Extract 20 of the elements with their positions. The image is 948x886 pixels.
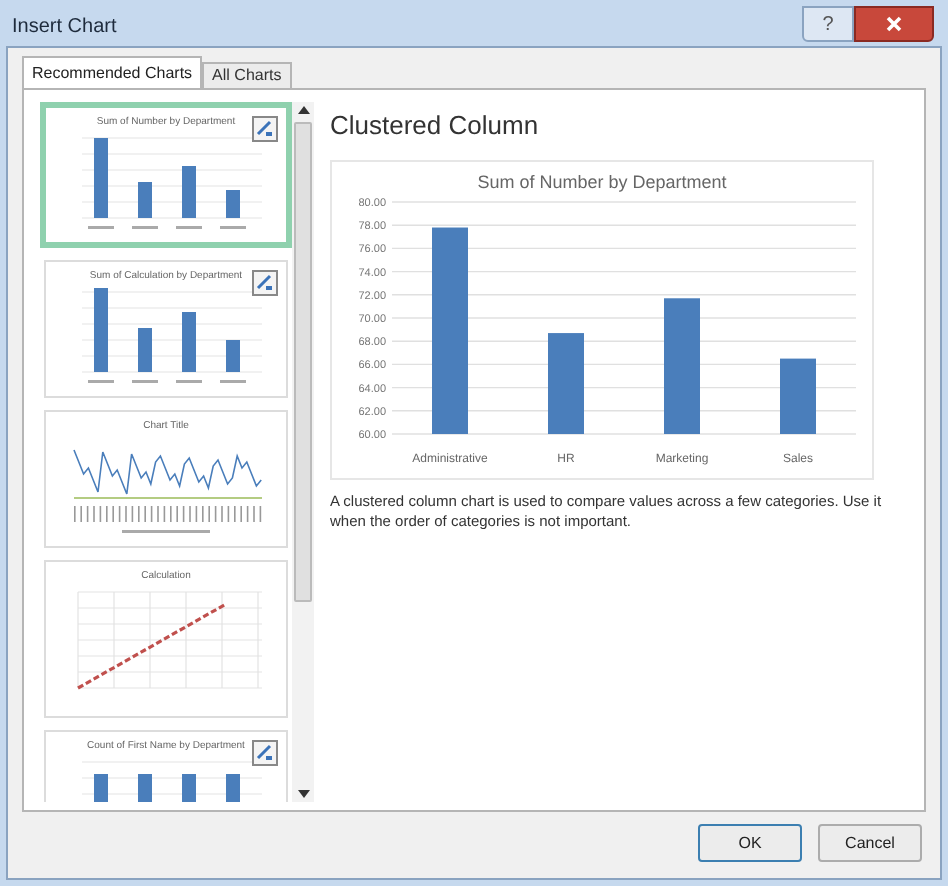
scroll-thumb[interactable] [294,122,312,602]
scroll-down-icon[interactable] [297,790,309,798]
close-icon [886,16,902,32]
dialog-button[interactable]: Cancel [818,824,922,862]
quick-layout-icon[interactable] [252,740,278,766]
close-button[interactable] [854,6,934,42]
chart-type-heading: Clustered Column [330,108,541,144]
scrollbar[interactable] [292,102,314,802]
chart-bar [548,332,584,433]
quick-layout-icon[interactable] [252,116,278,142]
window-title: Insert Chart [12,13,117,41]
help-button[interactable]: ? [802,6,854,42]
dialog-button[interactable]: OK [698,824,802,862]
chart-title: Sum of Number by Department [477,171,727,191]
chart-bar [664,297,700,433]
quick-layout-icon[interactable] [252,270,278,296]
chart-bar [780,357,816,433]
scroll-up-icon[interactable] [297,106,309,114]
tab[interactable]: All Charts [202,62,292,88]
tab[interactable]: Recommended Charts [22,56,203,88]
